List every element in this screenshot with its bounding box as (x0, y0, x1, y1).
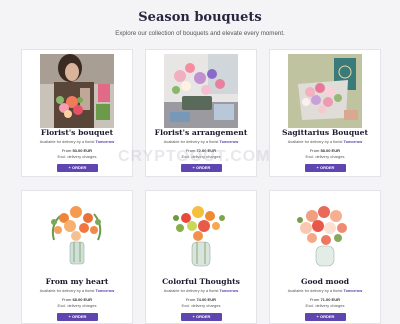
bouquet-card[interactable]: Good mood Available for delivery by a fl… (269, 190, 381, 324)
price-text: From 71.00 EUR (309, 297, 341, 302)
delivery-note: Excl. delivery charges (181, 303, 221, 308)
page-subtitle: Explore our collection of bouquets and e… (115, 30, 285, 37)
peach-bouquet-vase-image (288, 196, 362, 274)
price-text: From 74.00 EUR (185, 297, 217, 302)
price-text: From 72.00 EUR (185, 148, 217, 153)
price-text: From 58.00 EUR (309, 148, 341, 153)
order-button[interactable]: + ORDER (305, 313, 346, 321)
bouquet-card[interactable]: Florist's bouquet Available for delivery… (21, 49, 133, 177)
delivery-note: Excl. delivery charges (57, 154, 97, 159)
bouquet-photo[interactable] (164, 196, 238, 274)
bouquet-grid: Florist's bouquet Available for delivery… (21, 49, 381, 324)
order-button[interactable]: + ORDER (305, 164, 346, 172)
bouquet-card[interactable]: Florist's arrangement Available for deli… (145, 49, 257, 177)
availability-text: Available for delivery by a florist Tomo… (163, 288, 239, 293)
bouquet-photo[interactable] (40, 54, 114, 128)
bouquet-photo[interactable] (288, 196, 362, 274)
bouquet-card[interactable]: Sagittarius Bouquet Available for delive… (269, 49, 381, 177)
order-button[interactable]: + ORDER (57, 164, 98, 172)
bouquet-photo[interactable] (164, 54, 238, 128)
delivery-note: Excl. delivery charges (181, 154, 221, 159)
bouquet-name: Florist's arrangement (154, 128, 248, 137)
bouquet-name: Colorful Thoughts (162, 277, 240, 286)
availability-text: Available for delivery by a florist Tomo… (287, 139, 363, 144)
delivery-note: Excl. delivery charges (57, 303, 97, 308)
wrapped-bouquet-image (288, 54, 362, 128)
mixed-bouquet-vase-image (164, 196, 238, 274)
bouquet-name: Good mood (300, 277, 350, 286)
bouquet-photo[interactable] (40, 196, 114, 274)
bouquet-name: From my heart (45, 277, 109, 286)
order-button[interactable]: + ORDER (57, 313, 98, 321)
delivery-note: Excl. delivery charges (305, 154, 345, 159)
availability-text: Available for delivery by a florist Tomo… (39, 139, 115, 144)
bouquet-name: Sagittarius Bouquet (281, 128, 369, 137)
flower-arrangement-image (164, 54, 238, 128)
order-button[interactable]: + ORDER (181, 164, 222, 172)
bouquet-card[interactable]: From my heart Available for delivery by … (21, 190, 133, 324)
orange-bouquet-vase-image (40, 196, 114, 274)
availability-text: Available for delivery by a florist Tomo… (163, 139, 239, 144)
florist-holding-bouquet-image (40, 54, 114, 128)
price-text: From 68.00 EUR (61, 297, 93, 302)
page-title: Season bouquets (138, 10, 262, 25)
bouquet-card[interactable]: Colorful Thoughts Available for delivery… (145, 190, 257, 324)
availability-text: Available for delivery by a florist Tomo… (39, 288, 115, 293)
availability-text: Available for delivery by a florist Tomo… (287, 288, 363, 293)
bouquet-name: Florist's bouquet (40, 128, 114, 137)
price-text: From 53.00 EUR (61, 148, 93, 153)
order-button[interactable]: + ORDER (181, 313, 222, 321)
delivery-note: Excl. delivery charges (305, 303, 345, 308)
bouquet-photo[interactable] (288, 54, 362, 128)
